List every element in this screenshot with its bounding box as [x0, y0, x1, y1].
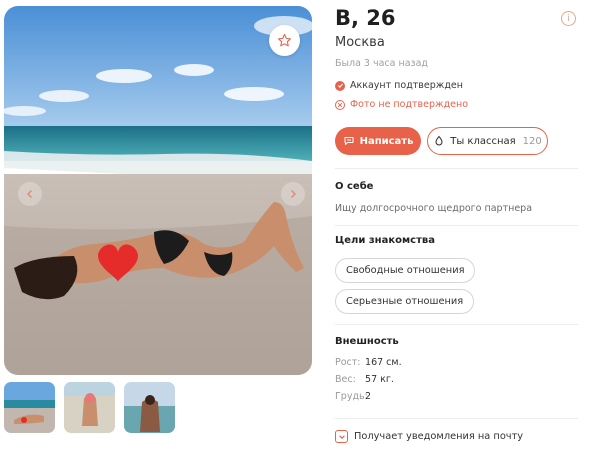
account-verified-label: Аккаунт подтвержден [350, 80, 463, 91]
beach-photo [4, 6, 312, 375]
thumbnail-3[interactable] [124, 382, 175, 433]
next-photo-button[interactable] [281, 182, 305, 206]
goals-title: Цели знакомства [335, 235, 435, 246]
you-are-cool-button[interactable]: Ты классная 120 [427, 127, 548, 155]
chat-icon [344, 137, 354, 145]
photo-thumbnails [4, 382, 175, 433]
divider [335, 418, 578, 419]
you-are-cool-count: 120 [522, 135, 542, 147]
weight-value: 57 кг. [365, 374, 394, 385]
star-icon [278, 34, 291, 47]
profile-name-age: В, 26 [335, 6, 396, 30]
arrow-right-icon [291, 190, 296, 198]
chest-row: Грудь: 2 [335, 391, 371, 402]
height-value: 167 см. [365, 357, 402, 368]
height-row: Рост: 167 см. [335, 357, 402, 368]
chest-label: Грудь: [335, 391, 368, 402]
photo-not-verified-row: Фото не подтверждено [335, 99, 468, 110]
favorite-button[interactable] [269, 25, 300, 56]
main-photo[interactable] [4, 6, 312, 375]
about-title: О себе [335, 181, 374, 192]
email-notification-label: Получает уведомления на почту [354, 431, 524, 442]
divider [335, 225, 578, 226]
cross-icon [335, 99, 345, 110]
you-are-cool-label: Ты классная [450, 135, 516, 147]
arrow-left-icon [27, 190, 32, 198]
height-label: Рост: [335, 357, 361, 368]
appearance-title: Внешность [335, 336, 399, 347]
divider [335, 324, 578, 325]
chevron-down-icon [335, 430, 348, 443]
account-verified-row: Аккаунт подтвержден [335, 80, 463, 91]
weight-row: Вес: 57 кг. [335, 374, 394, 385]
email-notification-row[interactable]: Получает уведомления на почту [335, 430, 523, 443]
info-icon[interactable]: i [561, 11, 576, 26]
goal-chip-serious[interactable]: Серьезные отношения [335, 289, 475, 314]
chest-value: 2 [365, 391, 372, 402]
thumbnail-2[interactable] [64, 382, 115, 433]
write-message-button[interactable]: Написать [335, 127, 421, 155]
last-seen: Была 3 часа назад [335, 58, 428, 69]
write-message-label: Написать [359, 135, 414, 147]
profile-city: Москва [335, 35, 385, 50]
thumbnail-1[interactable] [4, 382, 55, 433]
weight-label: Вес: [335, 374, 356, 385]
about-text: Ищу долгосрочного щедрого партнера [335, 203, 533, 214]
check-icon [335, 80, 345, 91]
goal-chip-free[interactable]: Свободные отношения [335, 258, 476, 283]
drop-icon [435, 135, 443, 146]
photo-not-verified-label: Фото не подтверждено [350, 99, 469, 110]
prev-photo-button[interactable] [18, 182, 42, 206]
divider [335, 168, 578, 169]
